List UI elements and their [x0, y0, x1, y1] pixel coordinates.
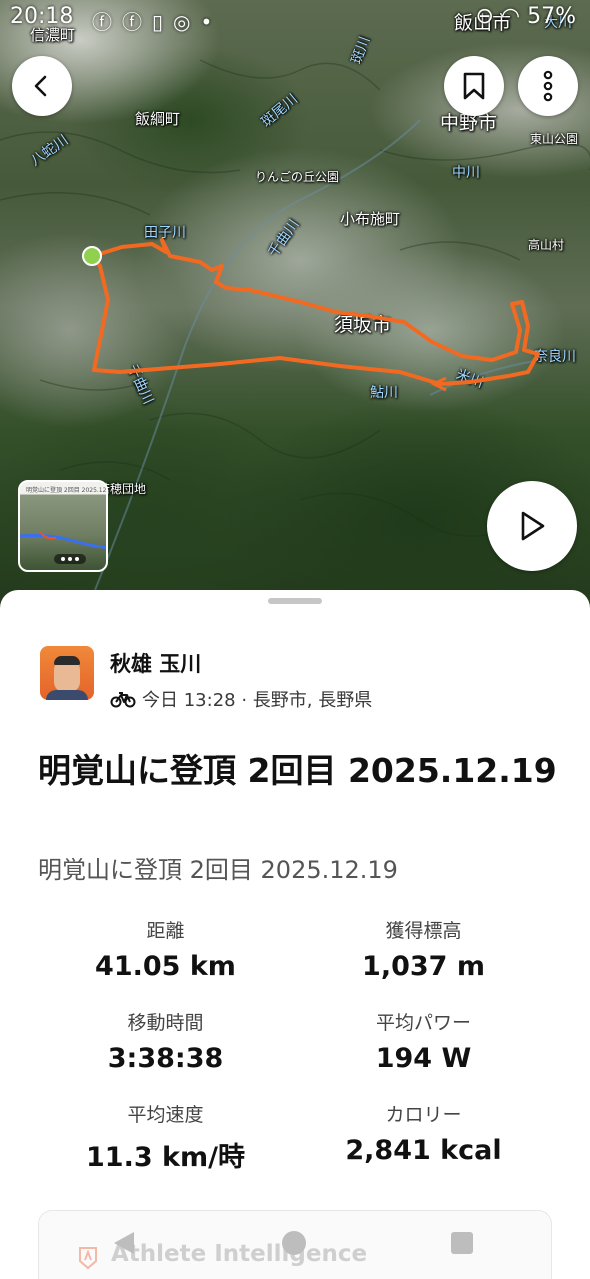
- map-view[interactable]: 信濃町 飯山市 大川 斑川 飯綱町 斑尾川 中野市 東山公園 八蛇川 りんごの丘…: [0, 0, 590, 615]
- nav-back-icon[interactable]: [114, 1232, 134, 1254]
- thumbnail-page-indicator: [54, 554, 86, 564]
- stat-label: 平均パワー: [375, 1012, 471, 1034]
- activity-meta-text: 今日 13:28 · 長野市, 長野県: [142, 690, 373, 711]
- play-flyover-button[interactable]: [487, 481, 577, 571]
- media-thumbnail[interactable]: 明覚山に登頂 2回目 2025.12.19: [18, 480, 108, 572]
- stat-value: 2,841 kcal: [345, 1135, 502, 1166]
- bookmark-icon: [463, 72, 485, 100]
- stat-label: 距離: [146, 920, 185, 942]
- athlete-name[interactable]: 秋雄 玉川: [110, 648, 201, 678]
- chevron-left-icon: [34, 75, 47, 97]
- stat-label: 平均速度: [127, 1104, 204, 1126]
- status-right: ⊖ ◠ 57%: [475, 4, 576, 29]
- system-nav-bar: [0, 1220, 590, 1279]
- activity-title: 明覚山に登頂 2回目 2025.12.19: [38, 751, 557, 790]
- stat-value: 194 W: [375, 1043, 472, 1074]
- stat-value: 11.3 km/時: [86, 1142, 245, 1173]
- back-button[interactable]: [12, 56, 72, 116]
- wifi-icon: ◠: [500, 4, 521, 29]
- play-icon: [521, 511, 545, 541]
- facebook-icon: ⓕ: [122, 10, 152, 34]
- start-marker: [82, 246, 102, 266]
- status-time: 20:18: [10, 4, 74, 29]
- instagram-icon: ◎: [173, 10, 201, 34]
- stat-distance: 距離 41.05 km: [18, 916, 313, 982]
- stat-elevation: 獲得標高 1,037 m: [276, 916, 571, 982]
- stat-avg-speed: 平均速度 11.3 km/時: [18, 1100, 313, 1174]
- thumbnail-route: [20, 531, 106, 550]
- nav-recents-icon[interactable]: [451, 1232, 473, 1254]
- stat-label: 移動時間: [127, 1012, 204, 1034]
- stat-value: 3:38:38: [107, 1043, 224, 1074]
- bookmark-button[interactable]: [444, 56, 504, 116]
- dnd-icon: ⊖: [475, 4, 494, 29]
- stat-value: 41.05 km: [95, 951, 236, 982]
- stat-moving-time: 移動時間 3:38:38: [18, 1008, 313, 1074]
- dot-icon: •: [200, 10, 223, 34]
- route-line: [91, 238, 540, 386]
- activity-description: 明覚山に登頂 2回目 2025.12.19: [38, 856, 398, 884]
- more-options-button[interactable]: [518, 56, 578, 116]
- status-bar: 20:18 ⓕⓕ▯◎• ⊖ ◠ 57%: [0, 0, 590, 40]
- thumbnail-title: 明覚山に登頂 2回目 2025.12.19: [26, 487, 106, 494]
- stat-value: 1,037 m: [362, 951, 485, 982]
- stat-avg-power: 平均パワー 194 W: [276, 1008, 571, 1074]
- stat-calories: カロリー 2,841 kcal: [276, 1100, 571, 1166]
- facebook-icon: ⓕ: [92, 10, 122, 34]
- nav-home-icon[interactable]: [282, 1231, 306, 1255]
- stat-label: 獲得標高: [385, 920, 462, 942]
- stat-label: カロリー: [385, 1104, 462, 1126]
- more-vertical-icon: [543, 70, 553, 102]
- sheet-drag-handle[interactable]: [268, 598, 322, 604]
- activity-meta: 今日 13:28 · 長野市, 長野県: [110, 686, 372, 712]
- bike-icon: [110, 692, 136, 708]
- sim-icon: ▯: [152, 10, 174, 34]
- notification-icons: ⓕⓕ▯◎•: [92, 6, 222, 35]
- avatar[interactable]: [40, 646, 94, 700]
- activity-sheet: 秋雄 玉川 今日 13:28 · 長野市, 長野県 明覚山に登頂 2回目 202…: [0, 590, 590, 1279]
- battery-level: 57%: [527, 4, 576, 29]
